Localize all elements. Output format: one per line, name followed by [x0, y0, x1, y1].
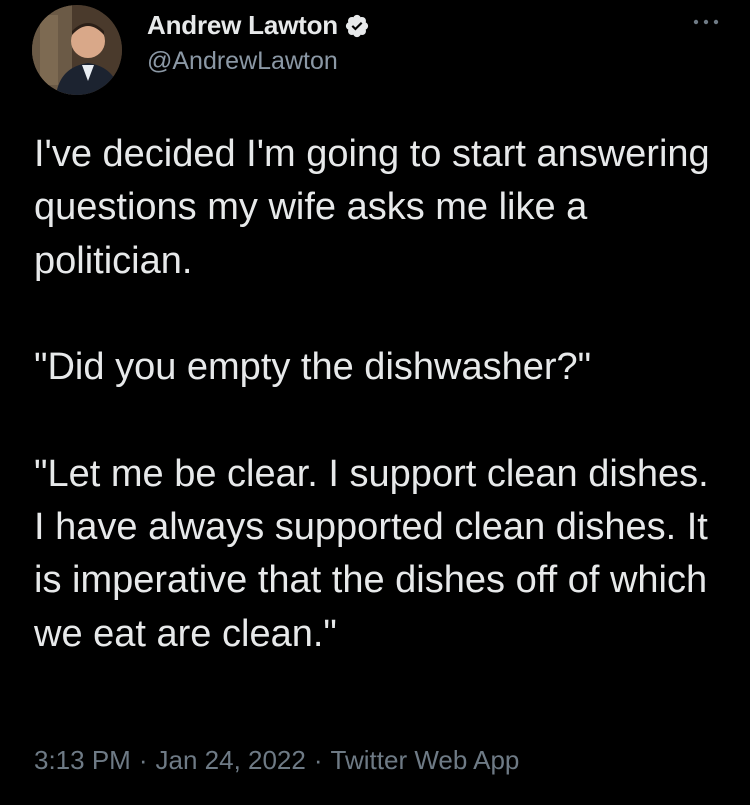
author-handle[interactable]: @AndrewLawton — [147, 47, 370, 76]
author-display-name[interactable]: Andrew Lawton — [147, 10, 338, 41]
tweet-source[interactable]: Twitter Web App — [331, 745, 520, 775]
name-row: Andrew Lawton — [147, 10, 370, 41]
tweet-header: Andrew Lawton @AndrewLawton — [32, 4, 370, 96]
more-options-icon[interactable] — [692, 14, 720, 30]
tweet-card: Andrew Lawton @AndrewLawton I've decided… — [0, 0, 750, 805]
tweet-time[interactable]: 3:13 PM — [34, 745, 131, 775]
author-info: Andrew Lawton @AndrewLawton — [147, 10, 370, 76]
tweet-meta: 3:13 PM · Jan 24, 2022 · Twitter Web App — [34, 745, 519, 776]
verified-badge-icon — [344, 13, 370, 39]
meta-separator: · — [138, 745, 148, 775]
tweet-text: I've decided I'm going to start answerin… — [34, 133, 710, 655]
avatar[interactable] — [32, 5, 122, 95]
tweet-date[interactable]: Jan 24, 2022 — [156, 745, 306, 775]
meta-separator: · — [313, 745, 323, 775]
